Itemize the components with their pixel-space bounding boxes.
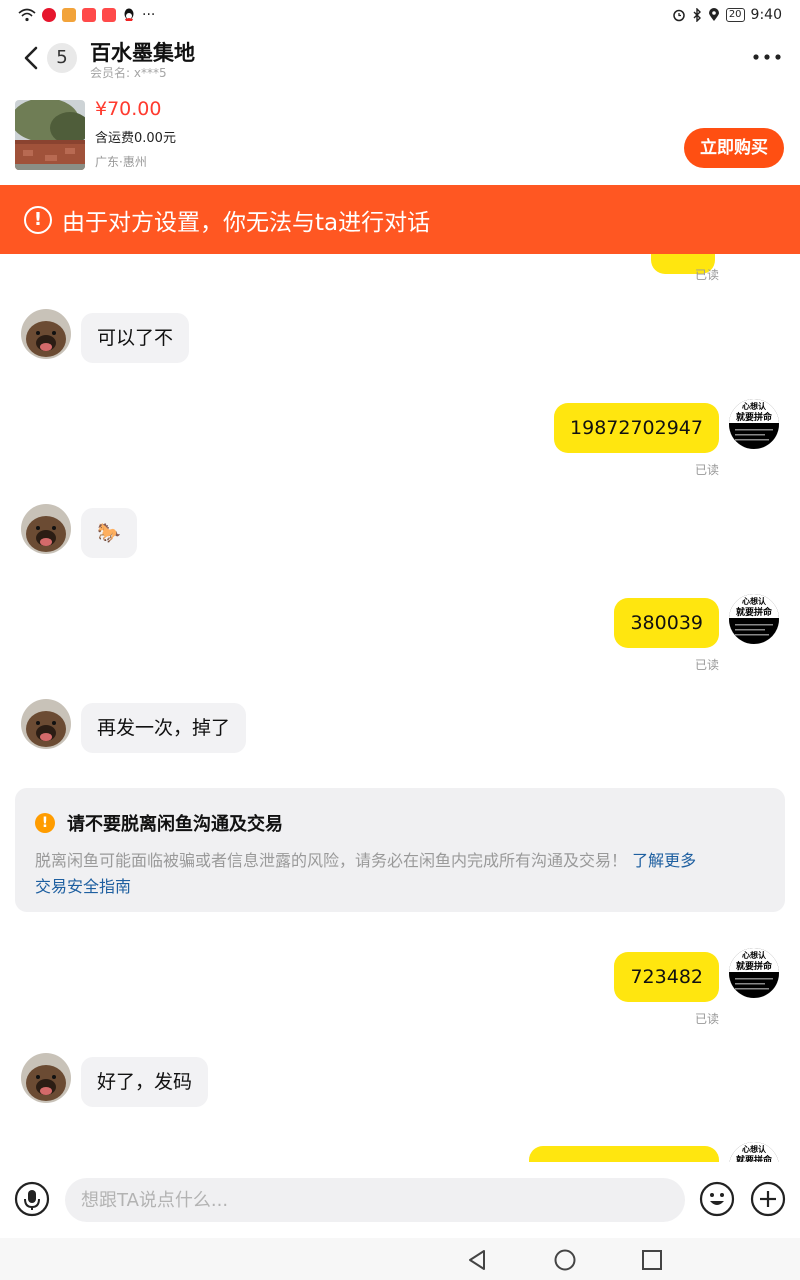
taobao-app-icon [82, 8, 96, 22]
game-app-icon [62, 8, 76, 22]
read-status: 已读 [694, 658, 719, 672]
avatar[interactable] [21, 1053, 71, 1103]
plus-icon[interactable] [750, 1181, 786, 1217]
my-message-bubble[interactable]: 19872702947 [554, 403, 719, 453]
avatar[interactable]: 心想认 就要拼命 [729, 1142, 779, 1162]
warning-icon: ! [35, 813, 55, 833]
nav-home-icon[interactable] [551, 1246, 579, 1274]
notice-text: 脱离闲鱼可能面临被骗或者信息泄露的风险，请务必在闲鱼内完成所有沟通及交易！ [35, 851, 628, 870]
avatar[interactable]: 心想认 就要拼命 [729, 399, 779, 449]
my-message-bubble[interactable]: 380039 [614, 598, 719, 648]
notice-body: 脱离闲鱼可能面临被骗或者信息泄露的风险，请务必在闲鱼内完成所有沟通及交易！ 了解… [35, 848, 765, 900]
notice-title: 请不要脱离闲鱼沟通及交易 [67, 814, 283, 835]
avatar[interactable] [21, 699, 71, 749]
chat-title: 百水墨集地 [90, 41, 195, 65]
safety-notice: ! 请不要脱离闲鱼沟通及交易 脱离闲鱼可能面临被骗或者信息泄露的风险，请务必在闲… [15, 788, 785, 912]
taobao-app-icon-2 [102, 8, 116, 22]
svg-text:心想认: 心想认 [742, 401, 767, 411]
chat-messages[interactable]: 已读 可以了不 19872702947 心想认 就要拼命 已读 🐎 380039 … [0, 254, 800, 1162]
system-nav-bar [0, 1238, 800, 1280]
chat-header: 5 百水墨集地 会员名: x***5 [0, 30, 800, 90]
read-status: 已读 [694, 268, 719, 282]
my-message-bubble[interactable]: 723482 [614, 952, 719, 1002]
product-image [15, 100, 85, 170]
status-bar-left: ··· [18, 7, 155, 23]
svg-text:心想认: 心想认 [742, 950, 767, 960]
svg-text:就要拼命: 就要拼命 [736, 411, 773, 423]
svg-text:心想认: 心想认 [742, 596, 767, 606]
product-card[interactable]: ¥70.00 含运费0.00元 广东·惠州 立即购买 [0, 90, 800, 186]
unread-count-badge[interactable]: 5 [47, 43, 77, 73]
more-dots-icon[interactable] [752, 46, 782, 68]
alarm-icon [673, 9, 685, 22]
member-name: 会员名: x***5 [90, 66, 167, 80]
avatar[interactable] [21, 309, 71, 359]
nav-recent-icon[interactable] [638, 1246, 666, 1274]
svg-text:就要拼命: 就要拼命 [736, 1154, 773, 1162]
blocked-alert-banner: ! 由于对方设置，你无法与ta进行对话 [0, 185, 800, 254]
svg-text:就要拼命: 就要拼命 [736, 606, 773, 618]
back-chevron-icon[interactable] [18, 42, 46, 74]
product-shipping: 含运费0.00元 [95, 131, 176, 146]
their-message-bubble[interactable]: 🐎 [81, 508, 137, 558]
their-message-bubble[interactable]: 可以了不 [81, 313, 190, 363]
alert-text: 由于对方设置，你无法与ta进行对话 [62, 209, 431, 236]
status-more-indicator: ··· [142, 7, 156, 23]
qq-icon [124, 8, 134, 21]
svg-text:心想认: 心想认 [742, 1144, 767, 1154]
message-input-bar [0, 1162, 800, 1238]
notice-title-row: ! 请不要脱离闲鱼沟通及交易 [35, 810, 765, 836]
my-message-bubble[interactable] [529, 1146, 719, 1162]
avatar[interactable]: 心想认 就要拼命 [729, 948, 779, 998]
status-bar-right: 20 9:40 [672, 7, 782, 23]
battery-indicator: 20 [725, 8, 745, 22]
avatar[interactable] [21, 504, 71, 554]
weibo-icon [42, 8, 56, 22]
wifi-icon [18, 8, 36, 22]
alert-circle-icon: ! [24, 205, 52, 234]
location-icon [708, 8, 719, 21]
their-message-bubble[interactable]: 再发一次，掉了 [81, 703, 247, 753]
product-thumbnail[interactable] [15, 100, 85, 170]
their-message-bubble[interactable]: 好了，发码 [81, 1057, 209, 1107]
nav-back-icon[interactable] [464, 1246, 492, 1274]
product-location: 广东·惠州 [95, 155, 147, 169]
status-time: 9:40 [750, 7, 782, 23]
read-status: 已读 [694, 463, 719, 477]
safety-guide-link[interactable]: 交易安全指南 [35, 877, 131, 896]
mic-icon[interactable] [14, 1181, 50, 1217]
product-price: ¥70.00 [95, 98, 162, 120]
svg-text:就要拼命: 就要拼命 [736, 960, 773, 972]
learn-more-link[interactable]: 了解更多 [632, 851, 696, 870]
status-bar: ··· 20 9:40 [0, 0, 800, 30]
bluetooth-icon [693, 8, 701, 22]
buy-now-button[interactable]: 立即购买 [684, 128, 784, 168]
message-input[interactable] [65, 1178, 685, 1222]
avatar[interactable]: 心想认 就要拼命 [729, 594, 779, 644]
read-status: 已读 [694, 1012, 719, 1026]
emoji-icon[interactable] [699, 1181, 735, 1217]
